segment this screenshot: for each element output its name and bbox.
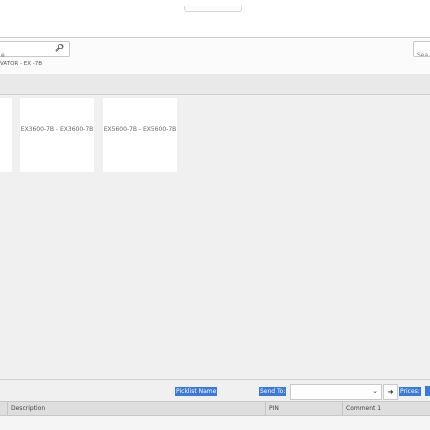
send-to-label: Send To:: [259, 387, 287, 396]
secondary-search-field[interactable]: [413, 41, 430, 57]
send-arrow-button[interactable]: ➜: [383, 384, 398, 400]
send-to-select[interactable]: ⌄: [290, 384, 382, 400]
column-header-description[interactable]: Description: [7, 402, 45, 415]
picklist-name-input[interactable]: [224, 385, 260, 399]
prices-select[interactable]: [425, 386, 430, 396]
table-body: [0, 416, 430, 430]
search-row: 🔎︎ VATOR - EX -7B: [0, 38, 430, 74]
collapse-handle[interactable]: [184, 6, 242, 12]
column-header-pin[interactable]: PIN: [265, 402, 279, 415]
chevron-down-icon[interactable]: ⌄: [372, 387, 378, 395]
catalog-tile[interactable]: EX3600-7B - EX3600-7B: [20, 98, 94, 172]
arrow-right-icon: ➜: [387, 388, 394, 396]
catalog-tile-label: EX5600-7B - EX5600-7B: [103, 126, 177, 133]
tab-strip: [0, 74, 430, 95]
breadcrumb[interactable]: VATOR - EX -7B: [0, 61, 42, 67]
search-icon[interactable]: 🔎︎: [55, 44, 64, 52]
action-bar: Picklist Name Send To: ⌄ ➜ Prices:: [0, 383, 430, 401]
column-header-comment-1[interactable]: Comment 1: [342, 402, 381, 415]
panel-divider: [0, 379, 430, 380]
secondary-search-input[interactable]: [414, 48, 430, 56]
catalog-tile-partial[interactable]: [0, 98, 12, 172]
catalog-tile-label: EX3600-7B - EX3600-7B: [20, 126, 94, 133]
catalog-tile[interactable]: EX5600-7B - EX5600-7B: [103, 98, 177, 172]
table-header: Description PIN Comment 1: [0, 401, 430, 416]
catalog-search-field[interactable]: 🔎︎: [0, 41, 70, 63]
picklist-name-label: Picklist Name: [175, 387, 218, 396]
prices-label: Prices:: [399, 387, 421, 396]
top-header: [0, 0, 430, 38]
